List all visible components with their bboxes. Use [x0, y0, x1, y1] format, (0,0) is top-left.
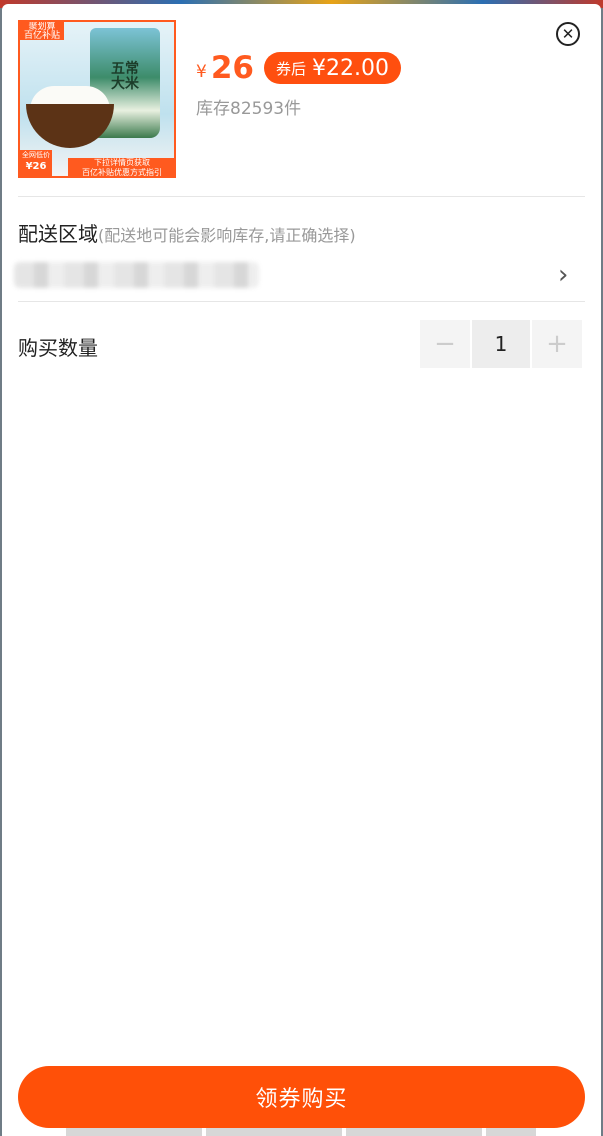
- thumb-price-value: ¥26: [25, 161, 47, 172]
- close-button[interactable]: ✕: [556, 22, 580, 46]
- bag-title: 五常大米: [111, 61, 139, 92]
- thumb-price-label: 全网低价: [22, 151, 50, 159]
- delivery-area-label: 配送区域: [18, 222, 98, 246]
- subsidy-badge: 聚划算 百亿补贴: [20, 22, 64, 41]
- delivery-address-row[interactable]: [14, 262, 259, 288]
- quantity-value[interactable]: 1: [472, 320, 530, 368]
- claim-coupon-buy-button[interactable]: 领券购买: [18, 1066, 585, 1128]
- divider: [18, 196, 585, 197]
- thumb-banner: 下拉详情页获取 百亿补贴优惠方式指引: [68, 158, 174, 176]
- currency-symbol: ¥: [196, 62, 207, 82]
- coupon-price: ¥22.00: [311, 55, 389, 81]
- price-row: ¥ 26 券后 ¥22.00: [196, 50, 401, 86]
- coupon-price-badge: 券后 ¥22.00: [263, 52, 401, 84]
- coupon-label: 券后: [275, 59, 306, 78]
- close-icon: ✕: [561, 24, 575, 43]
- sku-selection-sheet: 五常大米 聚划算 百亿补贴 全网低价 ¥26 下拉详情页获取 百亿补贴优惠方式指…: [2, 4, 601, 1136]
- product-thumbnail: 五常大米 聚划算 百亿补贴 全网低价 ¥26 下拉详情页获取 百亿补贴优惠方式指…: [18, 20, 176, 178]
- divider: [18, 301, 585, 302]
- bowl-image: [26, 104, 114, 148]
- delivery-area-hint: (配送地可能会影响库存,请正确选择): [98, 226, 356, 245]
- quantity-stepper: − 1 +: [420, 320, 582, 368]
- chevron-right-icon[interactable]: ›: [558, 260, 568, 290]
- price: 26: [210, 50, 254, 86]
- increase-button[interactable]: +: [532, 320, 582, 368]
- delivery-area-title: 配送区域(配送地可能会影响库存,请正确选择): [18, 218, 356, 247]
- stock-count: 库存82593件: [196, 99, 302, 119]
- decrease-button[interactable]: −: [420, 320, 470, 368]
- thumb-price-tag: 全网低价 ¥26: [20, 150, 52, 176]
- quantity-title: 购买数量: [18, 336, 98, 360]
- background-bottom-strip: [66, 1128, 536, 1136]
